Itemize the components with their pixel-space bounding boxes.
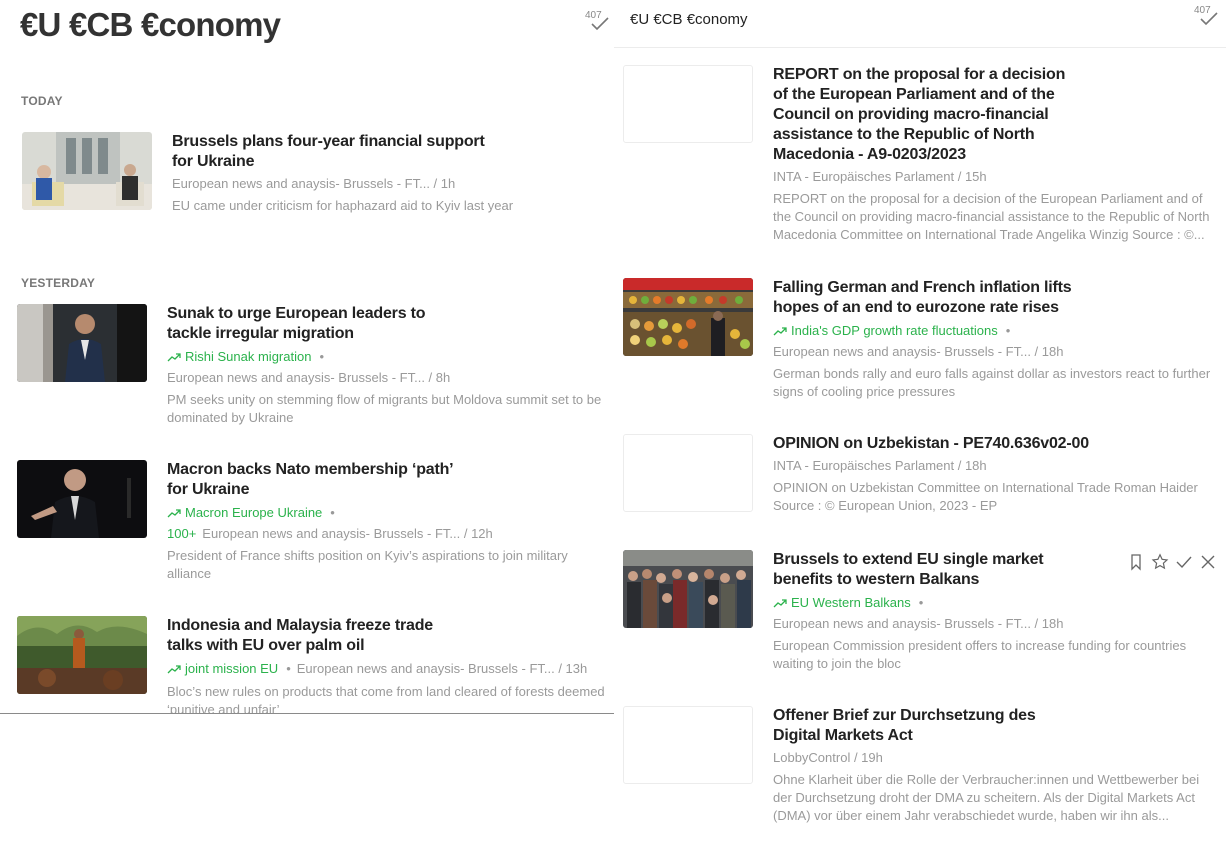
article-thumbnail[interactable]	[22, 132, 152, 210]
trend-label: India's GDP growth rate fluctuations	[791, 323, 998, 338]
article-source: European news and anaysis- Brussels - FT…	[773, 344, 1064, 359]
trend-up-icon	[167, 505, 181, 523]
mark-all-read-icon[interactable]	[1199, 11, 1219, 27]
article-summary: German bonds rally and euro falls agains…	[773, 366, 1211, 399]
separator-dot: •	[330, 505, 335, 520]
article-item[interactable]: Falling German and French inflation lift…	[623, 278, 1223, 408]
article-source: European news and anaysis- Brussels - FT…	[296, 661, 588, 676]
right-feed-panel: €U €CB €conomy 407 REPORT on the proposa…	[614, 0, 1226, 868]
article-thumbnail[interactable]	[623, 706, 753, 784]
article-headline[interactable]: Offener Brief zur Durchsetzung des Digit…	[773, 706, 1083, 746]
article-source: LobbyControl / 19h	[773, 750, 883, 765]
separator-dot: •	[918, 595, 924, 610]
article-summary: OPINION on Uzbekistan Committee on Inter…	[773, 480, 1198, 513]
article-headline[interactable]: OPINION on Uzbekistan - PE740.636v02-00	[773, 434, 1213, 454]
feed-header: €U €CB €conomy 407	[614, 0, 1226, 48]
article-item[interactable]: Sunak to urge European leaders to tackle…	[17, 304, 614, 444]
trend-up-icon	[167, 661, 181, 679]
section-yesterday: YESTERDAY	[21, 276, 96, 290]
article-thumbnail[interactable]	[623, 278, 753, 356]
article-item[interactable]: OPINION on Uzbekistan - PE740.636v02-00 …	[623, 434, 1223, 524]
feed-title[interactable]: €U €CB €conomy	[20, 6, 281, 44]
close-icon[interactable]	[1199, 553, 1217, 571]
separator-dot: •	[1005, 323, 1011, 338]
article-summary: Bloc’s new rules on products that come f…	[167, 684, 605, 714]
mark-read-icon[interactable]	[1175, 553, 1193, 571]
trend-tag[interactable]: EU Western Balkans •	[773, 594, 1218, 613]
article-headline[interactable]: Brussels to extend EU single market bene…	[773, 550, 1073, 590]
mark-all-read-icon[interactable]	[590, 16, 610, 32]
trend-up-icon	[167, 349, 181, 367]
article-headline[interactable]: Sunak to urge European leaders to tackle…	[167, 304, 467, 344]
star-icon[interactable]	[1151, 553, 1169, 571]
article-source: INTA - Europäisches Parlament / 15h	[773, 169, 987, 184]
article-summary: President of France shifts position on K…	[167, 548, 568, 581]
article-headline[interactable]: Falling German and French inflation lift…	[773, 278, 1073, 318]
article-actions	[1127, 553, 1217, 571]
article-source: European news and anaysis- Brussels - FT…	[172, 176, 456, 191]
trend-tag[interactable]: joint mission EU • European news and anays…	[167, 660, 607, 679]
article-source-row: 100+ European news and anaysis- Brussels …	[167, 525, 607, 543]
article-source: INTA - Europäisches Parlament / 18h	[773, 458, 987, 473]
left-feed-panel: €U €CB €conomy 407 TODAY Brussels plans …	[0, 0, 614, 714]
article-headline[interactable]: Brussels plans four-year financial suppo…	[172, 132, 492, 172]
article-headline[interactable]: Macron backs Nato membership ‘path’ for …	[167, 460, 477, 500]
trend-tag[interactable]: Macron Europe Ukraine •	[167, 504, 607, 523]
trend-tag[interactable]: India's GDP growth rate fluctuations •	[773, 322, 1218, 341]
article-thumbnail[interactable]	[623, 65, 753, 143]
article-thumbnail[interactable]	[17, 616, 147, 694]
section-today: TODAY	[21, 94, 63, 108]
trend-label: Macron Europe Ukraine	[185, 505, 323, 520]
article-item[interactable]: Macron backs Nato membership ‘path’ for …	[17, 460, 614, 600]
popularity-badge: 100+	[167, 526, 197, 541]
article-source: European news and anaysis- Brussels - FT…	[167, 370, 451, 385]
article-thumbnail[interactable]	[623, 550, 753, 628]
article-summary: PM seeks unity on stemming flow of migra…	[167, 392, 602, 425]
article-headline[interactable]: REPORT on the proposal for a decision of…	[773, 65, 1083, 165]
feed-title[interactable]: €U €CB €conomy	[630, 11, 748, 28]
article-summary: EU came under criticism for haphazard ai…	[172, 198, 514, 213]
article-item[interactable]: Offener Brief zur Durchsetzung des Digit…	[623, 706, 1223, 846]
separator-dot: •	[319, 349, 325, 364]
article-item[interactable]: Indonesia and Malaysia freeze trade talk…	[17, 616, 614, 714]
article-summary: REPORT on the proposal for a decision of…	[773, 191, 1210, 242]
trend-up-icon	[773, 595, 787, 613]
separator-dot: •	[286, 661, 291, 676]
trend-label: EU Western Balkans	[791, 595, 911, 610]
trend-tag[interactable]: Rishi Sunak migration •	[167, 348, 607, 367]
trend-label: Rishi Sunak migration	[185, 349, 312, 364]
trend-up-icon	[773, 323, 787, 341]
article-item[interactable]: REPORT on the proposal for a decision of…	[623, 65, 1223, 255]
article-thumbnail[interactable]	[17, 304, 147, 382]
article-summary: European Commission president offers to …	[773, 638, 1187, 671]
article-headline[interactable]: Indonesia and Malaysia freeze trade talk…	[167, 616, 467, 656]
article-source: European news and anaysis- Brussels - FT…	[202, 526, 493, 541]
article-thumbnail[interactable]	[17, 460, 147, 538]
article-summary: Ohne Klarheit über die Rolle der Verbrau…	[773, 772, 1200, 823]
article-thumbnail[interactable]	[623, 434, 753, 512]
article-item[interactable]: Brussels plans four-year financial suppo…	[22, 132, 614, 232]
article-source: European news and anaysis- Brussels - FT…	[773, 616, 1064, 631]
bookmark-icon[interactable]	[1127, 553, 1145, 571]
trend-label: joint mission EU	[185, 661, 279, 676]
